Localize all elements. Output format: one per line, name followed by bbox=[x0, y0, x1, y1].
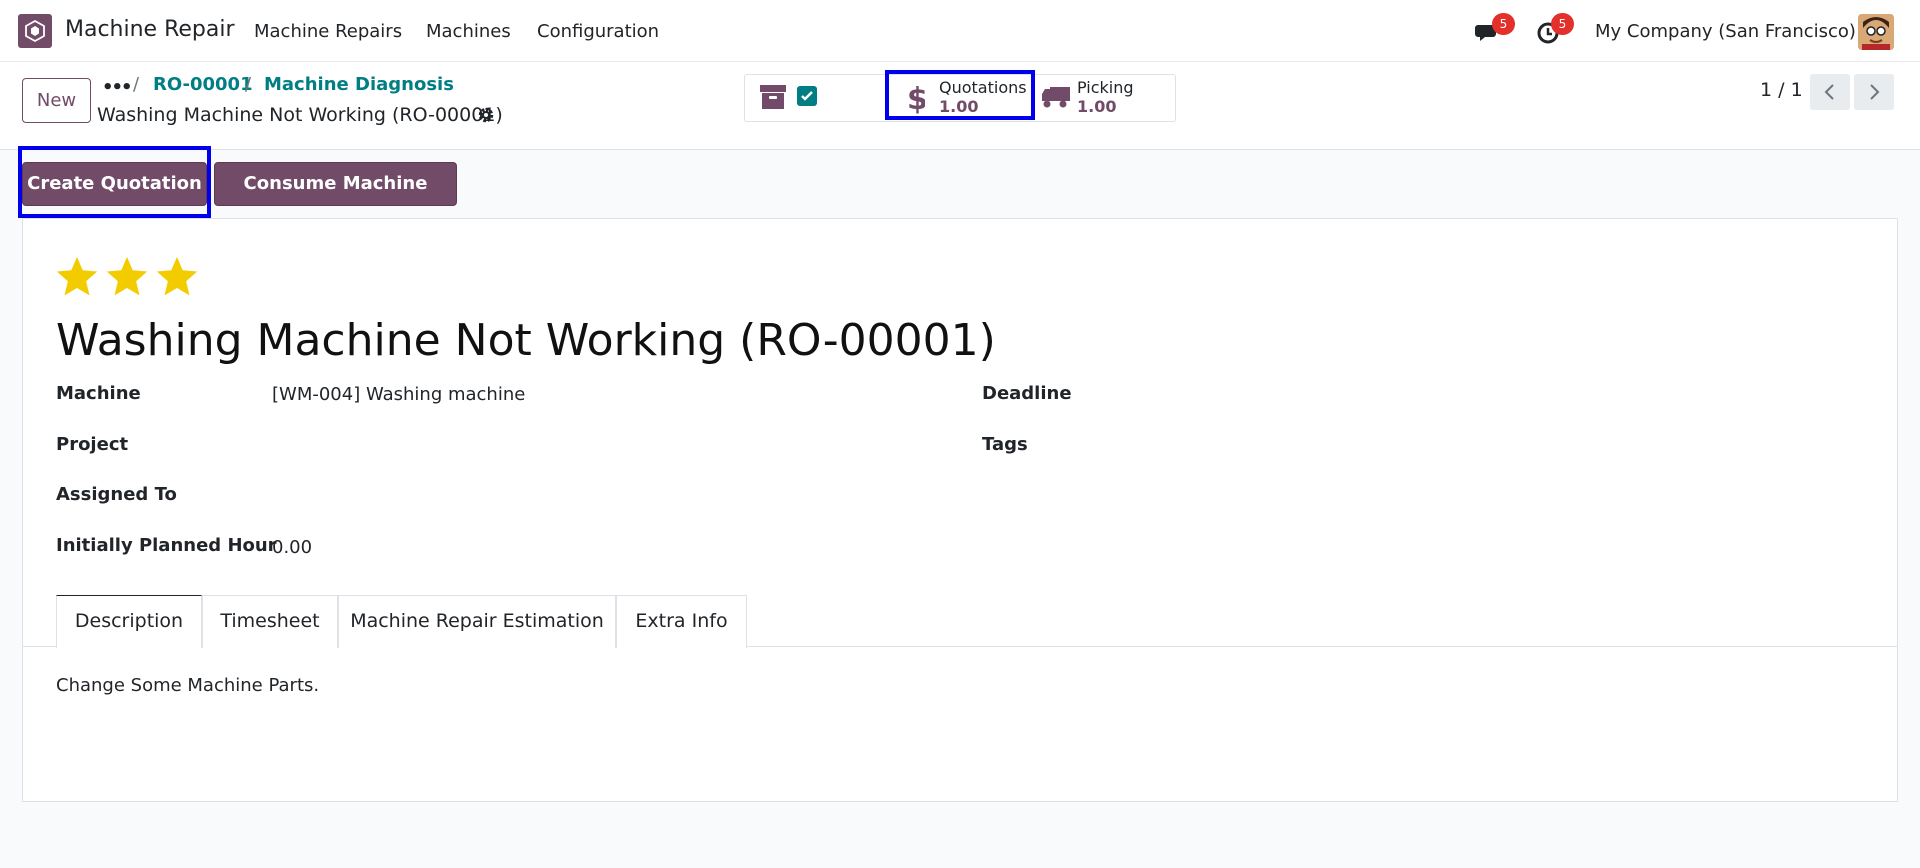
priority-stars[interactable] bbox=[55, 255, 205, 303]
breadcrumb-more-icon[interactable]: ••• bbox=[102, 77, 132, 98]
description-text[interactable]: Change Some Machine Parts. bbox=[56, 675, 319, 696]
menu-machine-repairs[interactable]: Machine Repairs bbox=[254, 21, 402, 42]
user-avatar[interactable] bbox=[1858, 14, 1894, 50]
tab-extra-info[interactable]: Extra Info bbox=[616, 595, 747, 648]
create-quotation-highlight-box bbox=[18, 146, 211, 218]
breadcrumb-ro-00001[interactable]: RO-00001 bbox=[153, 74, 253, 95]
deadline-field[interactable] bbox=[1198, 383, 1878, 407]
tab-timesheet[interactable]: Timesheet bbox=[202, 595, 338, 648]
company-switcher[interactable]: My Company (San Francisco) bbox=[1595, 21, 1856, 42]
project-field[interactable] bbox=[272, 434, 952, 458]
picking-smart-button[interactable]: Picking 1.00 bbox=[1041, 75, 1171, 121]
pager-value[interactable]: 1 / 1 bbox=[1760, 79, 1803, 101]
assigned-to-field[interactable] bbox=[272, 484, 952, 508]
consume-machine-parts-button[interactable]: Consume Machine Parts bbox=[214, 162, 457, 236]
breadcrumb-separator: / bbox=[133, 74, 140, 95]
quotations-highlight-box bbox=[885, 70, 1035, 120]
messages-badge: 5 bbox=[1492, 13, 1515, 35]
notebook-tabs: Description Timesheet Machine Repair Est… bbox=[23, 595, 1897, 648]
tab-machine-repair-estimation[interactable]: Machine Repair Estimation bbox=[338, 595, 616, 648]
tags-field[interactable] bbox=[1198, 434, 1878, 458]
archive-box-icon[interactable] bbox=[759, 83, 787, 115]
checkbox-icon[interactable] bbox=[797, 86, 817, 106]
truck-icon bbox=[1042, 87, 1070, 108]
new-button[interactable]: New bbox=[22, 78, 91, 123]
star-icon[interactable] bbox=[155, 255, 199, 299]
planned-hour-label: Initially Planned Hour bbox=[56, 535, 277, 556]
picking-label: Picking bbox=[1077, 78, 1134, 97]
star-icon[interactable] bbox=[105, 255, 149, 299]
tags-label: Tags bbox=[982, 434, 1028, 455]
planned-hour-field[interactable]: 0.00 bbox=[272, 537, 312, 558]
pager-previous-button[interactable] bbox=[1810, 74, 1850, 110]
menu-configuration[interactable]: Configuration bbox=[537, 21, 659, 42]
project-label: Project bbox=[56, 434, 129, 455]
picking-value: 1.00 bbox=[1077, 97, 1117, 116]
form-title[interactable]: Washing Machine Not Working (RO-00001) bbox=[56, 315, 996, 366]
control-panel: New ••• / RO-00001 / Machine Diagnosis W… bbox=[0, 62, 1920, 150]
assigned-to-label: Assigned To bbox=[56, 484, 177, 505]
star-icon[interactable] bbox=[55, 255, 99, 299]
menu-machines[interactable]: Machines bbox=[426, 21, 511, 42]
gear-icon[interactable] bbox=[477, 106, 495, 128]
activities-badge: 5 bbox=[1551, 13, 1574, 35]
deadline-label: Deadline bbox=[982, 383, 1072, 404]
record-title: Washing Machine Not Working (RO-00001) bbox=[97, 104, 503, 126]
breadcrumb-separator: / bbox=[245, 74, 252, 95]
pager-next-button[interactable] bbox=[1854, 74, 1894, 110]
form-sheet: Washing Machine Not Working (RO-00001) M… bbox=[22, 218, 1898, 802]
breadcrumb-machine-diagnosis[interactable]: Machine Diagnosis bbox=[264, 74, 454, 95]
machine-label: Machine bbox=[56, 383, 141, 404]
tab-description[interactable]: Description bbox=[56, 595, 202, 648]
top-navbar: Machine Repair Machine Repairs Machines … bbox=[0, 0, 1920, 62]
machine-field[interactable]: [WM-004] Washing machine bbox=[272, 384, 525, 405]
app-name[interactable]: Machine Repair bbox=[65, 17, 235, 42]
app-logo-icon[interactable] bbox=[18, 14, 52, 48]
